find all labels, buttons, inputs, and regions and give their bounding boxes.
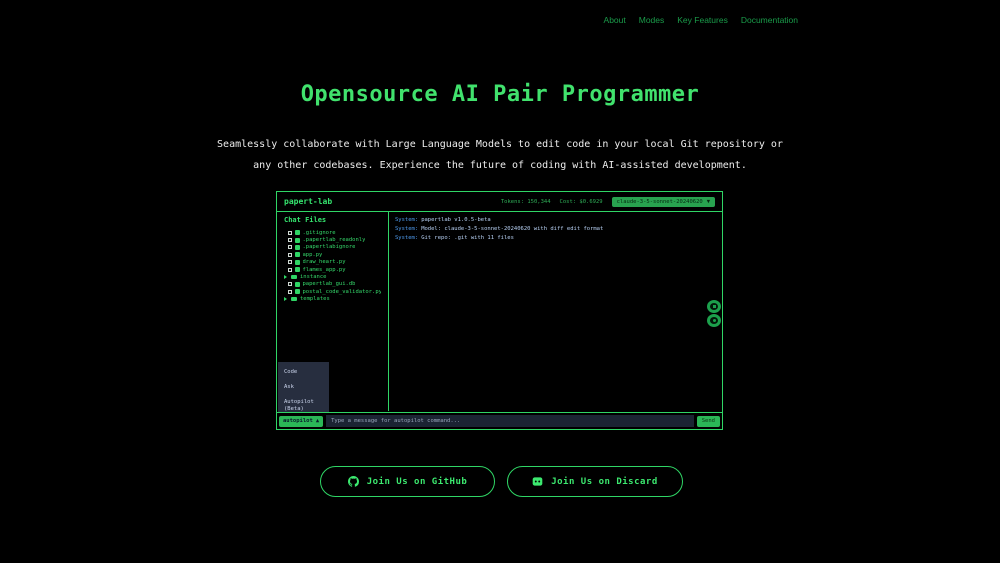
mode-select-button[interactable]: autopilot ▲ [279, 415, 324, 427]
folder-row[interactable]: templates [284, 296, 381, 303]
file-checkbox[interactable] [288, 252, 292, 257]
file-row[interactable]: .gitignore [284, 229, 381, 236]
file-name: .gitignore [302, 229, 336, 236]
file-name: .papertlab_readonly [302, 237, 366, 244]
folder-caret-icon[interactable] [284, 297, 287, 302]
file-row[interactable]: postal_code_validator.py [284, 288, 381, 295]
file-icon [295, 244, 300, 250]
file-icon [295, 259, 300, 265]
file-row[interactable]: draw_heart.py [284, 259, 381, 266]
nav-link-key-features[interactable]: Key Features [677, 15, 728, 25]
system-message: System: Model: claude-3-5-sonnet-20240620… [395, 225, 716, 234]
file-icon [295, 252, 300, 258]
file-name: postal_code_validator.py [302, 288, 382, 295]
file-checkbox[interactable] [288, 238, 292, 243]
hero-subtitle-line2: any other codebases. Experience the futu… [253, 160, 747, 171]
nav-link-documentation[interactable]: Documentation [741, 15, 798, 25]
mode-menu-item-ask[interactable]: Ask [284, 384, 323, 391]
sidebar-header: Chat Files [284, 216, 327, 224]
floating-action-icon[interactable] [707, 314, 721, 327]
usage-stats: Tokens: 150,344 Cost: $0.6929 [501, 199, 603, 205]
send-button[interactable]: Send [696, 415, 720, 427]
mode-menu-item-autopilot[interactable]: Autopilot (Beta) [284, 399, 323, 413]
message-label: System: [395, 226, 419, 232]
app-title: papert-lab [284, 197, 333, 206]
hero-subtitle-line1: Seamlessly collaborate with Large Langua… [217, 139, 783, 150]
composer-bar: autopilot ▲ Send [277, 412, 722, 429]
nav-link-about[interactable]: About [604, 15, 626, 25]
file-name: papertlab_gui.db [302, 281, 356, 288]
folder-name: instance [300, 274, 327, 281]
chevron-down-icon: ▼ [706, 198, 710, 205]
file-checkbox[interactable] [288, 267, 292, 272]
message-text: Model: claude-3-5-sonnet-20240620 with d… [421, 226, 604, 232]
file-icon [295, 289, 300, 295]
file-checkbox[interactable] [288, 282, 292, 287]
discord-button-label: Join Us on Discard [551, 476, 658, 487]
file-name: .papertlabignore [302, 244, 356, 251]
file-checkbox[interactable] [288, 245, 292, 250]
folder-name: templates [300, 296, 330, 303]
file-row[interactable]: app.py [284, 251, 381, 258]
app-demo-window: papert-lab Tokens: 150,344 Cost: $0.6929… [276, 191, 723, 430]
top-nav: About Modes Key Features Documentation [604, 15, 798, 25]
message-text: papertlab v1.0.5-beta [421, 217, 491, 223]
square-glyph [712, 305, 716, 308]
mode-dropup-menu: Code Ask Autopilot (Beta) [278, 362, 329, 412]
file-row[interactable]: .papertlab_readonly [284, 236, 381, 243]
discord-icon [532, 477, 543, 486]
mode-menu-item-code[interactable]: Code [284, 369, 323, 376]
system-message: System: papertlab v1.0.5-beta [395, 216, 716, 225]
folder-row[interactable]: instance [284, 273, 381, 280]
github-button-label: Join Us on GitHub [366, 476, 468, 487]
file-row[interactable]: .papertlabignore [284, 244, 381, 251]
file-row[interactable]: papertlab_gui.db [284, 281, 381, 288]
file-checkbox[interactable] [288, 230, 292, 235]
file-icon [295, 281, 300, 287]
tokens-count: Tokens: 150,344 [500, 198, 551, 205]
github-icon [347, 476, 359, 487]
message-label: System: [395, 217, 419, 223]
folder-icon [291, 296, 297, 302]
mode-select-value: autopilot [283, 418, 313, 424]
message-input[interactable] [326, 415, 694, 427]
chat-output: System: papertlab v1.0.5-beta System: Mode… [389, 212, 722, 411]
file-checkbox[interactable] [288, 289, 292, 294]
folder-caret-icon[interactable] [284, 275, 287, 280]
file-icon [295, 230, 300, 236]
dot-glyph [712, 319, 716, 322]
file-name: flames_app.py [302, 266, 346, 273]
file-name: draw_heart.py [302, 259, 346, 266]
chevron-up-icon: ▲ [315, 418, 320, 424]
landing-page: About Modes Key Features Documentation O… [0, 0, 1000, 563]
floating-action-icon[interactable] [707, 300, 721, 313]
discord-button[interactable]: Join Us on Discard [507, 466, 683, 497]
github-button[interactable]: Join Us on GitHub [320, 466, 495, 497]
system-message: System: Git repo: .git with 11 files [395, 234, 716, 243]
cost-value: Cost: $0.6929 [559, 198, 603, 205]
model-select-dropdown[interactable]: claude-3-5-sonnet-20240620 ▼ [611, 196, 715, 207]
page-title: Opensource AI Pair Programmer [300, 82, 700, 107]
folder-icon [291, 274, 297, 280]
file-checkbox[interactable] [288, 260, 292, 265]
message-label: System: [395, 235, 419, 241]
nav-link-modes[interactable]: Modes [639, 15, 665, 25]
app-main: Chat Files .gitignore .papertlab_readonl… [277, 212, 722, 411]
message-text: Git repo: .git with 11 files [421, 235, 514, 241]
file-icon [295, 237, 300, 243]
file-icon [295, 267, 300, 273]
app-titlebar: papert-lab Tokens: 150,344 Cost: $0.6929… [277, 192, 722, 212]
file-row[interactable]: flames_app.py [284, 266, 381, 273]
file-name: app.py [302, 251, 323, 258]
hero-subtitle: Seamlessly collaborate with Large Langua… [0, 134, 1000, 176]
model-select-value: claude-3-5-sonnet-20240620 [616, 198, 703, 205]
